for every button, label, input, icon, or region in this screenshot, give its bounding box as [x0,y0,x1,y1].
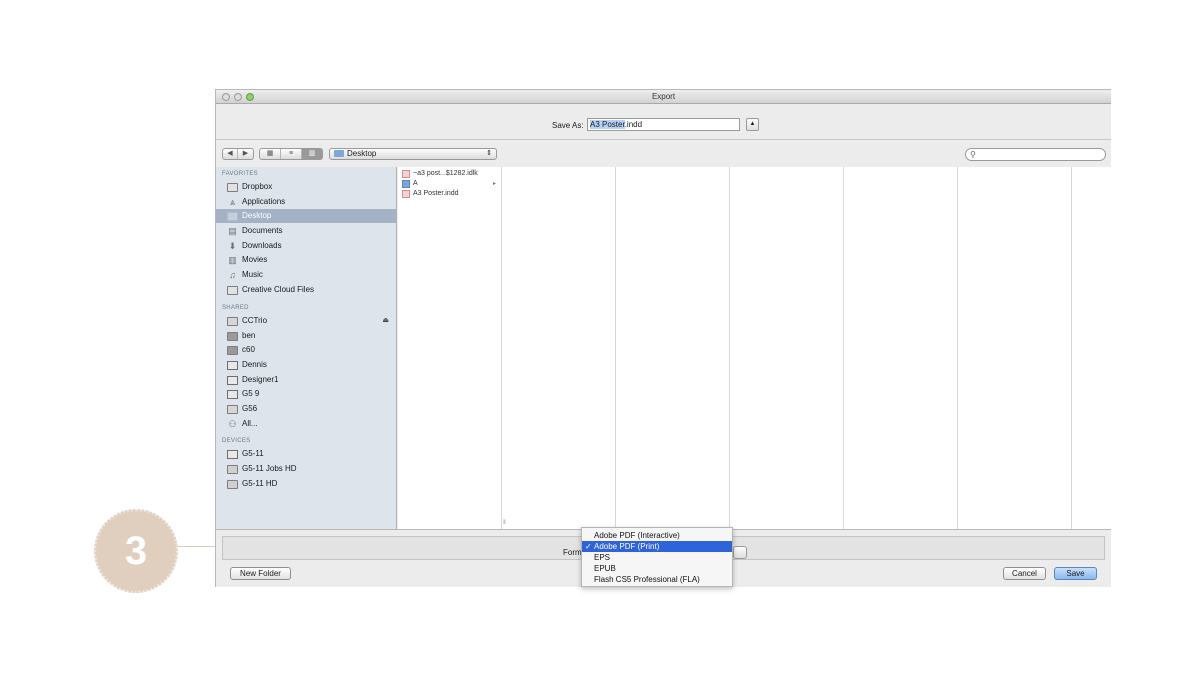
menu-item-eps[interactable]: EPS [582,552,732,563]
sidebar-item-documents[interactable]: ▤ Documents [216,224,396,238]
browser-column [730,167,844,529]
sidebar-item-dennis[interactable]: Dennis [216,358,396,372]
desktop-icon [227,212,238,221]
monitor-icon [227,361,238,370]
devices-header: DEVICES [222,438,251,444]
format-dropdown-menu: Adobe PDF (Interactive) ✓ Adobe PDF (Prin… [581,527,733,587]
menu-item-flash-fla[interactable]: Flash CS5 Professional (FLA) [582,574,732,585]
sidebar-item-c60[interactable]: c60 [216,343,396,357]
step-number-badge: 3 [94,509,178,593]
monitor-icon [227,390,238,399]
music-icon: ♫ [229,270,236,280]
document-icon [402,190,410,198]
shared-header: SHARED [222,305,249,311]
drive-icon [227,465,238,474]
back-forward-buttons: ◀ ▶ [222,148,254,160]
sidebar-item-g5-11[interactable]: G5-11 [216,447,396,461]
computer-icon [227,332,238,341]
save-button[interactable]: Save [1054,567,1097,580]
icon-view-icon[interactable]: ▦ [260,149,281,159]
checkmark-icon: ✓ [585,542,592,551]
format-popup-edge[interactable] [733,546,747,559]
computer-icon [227,346,238,355]
sidebar-item-applications[interactable]: ⩓ Applications [216,195,396,209]
expand-dialog-button[interactable]: ▲ [746,118,759,131]
browser-column [502,167,616,529]
sidebar-item-g56[interactable]: G56 [216,402,396,416]
title-bar: Export [216,90,1111,104]
browser-column [958,167,1072,529]
file-item[interactable]: ~a3 post...$1282.idlk [402,169,498,179]
sidebar: FAVORITES Dropbox ⩓ Applications Desktop … [216,167,397,529]
folder-icon [227,183,238,192]
list-view-icon[interactable]: ≡ [281,149,302,159]
folder-icon [402,180,410,188]
back-icon[interactable]: ◀ [223,149,238,159]
sidebar-item-music[interactable]: ♫ Music [216,268,396,282]
sidebar-item-movies[interactable]: ▥ Movies [216,253,396,267]
menu-item-epub[interactable]: EPUB [582,563,732,574]
file-item[interactable]: A3 Poster.indd [402,189,498,199]
server-icon [227,405,238,414]
cancel-button[interactable]: Cancel [1003,567,1046,580]
search-icon: ⚲ [970,150,976,159]
folder-item[interactable]: A ▸ [402,179,498,189]
column-view-icon[interactable]: ▥ [302,149,322,159]
monitor-icon [227,450,238,459]
save-as-selected-text: A3 Poster [590,120,625,129]
menu-item-pdf-interactive[interactable]: Adobe PDF (Interactive) [582,530,732,541]
sidebar-item-ben[interactable]: ben [216,329,396,343]
network-icon: ⚇ [228,419,237,429]
save-as-extension: .indd [624,120,643,129]
sidebar-item-creative-cloud-files[interactable]: Creative Cloud Files [216,283,396,297]
window-title: Export [651,92,676,101]
forward-icon[interactable]: ▶ [238,149,253,159]
location-label: Desktop [347,149,377,158]
popup-arrows-icon: ⇕ [486,150,492,157]
sidebar-item-g5-9[interactable]: G5 9 [216,387,396,401]
sidebar-item-g5-11-jobs-hd[interactable]: G5-11 Jobs HD [216,462,396,476]
eject-icon[interactable]: ⏏ [382,314,389,328]
chevron-right-icon: ▸ [492,181,496,187]
sidebar-item-cctrio[interactable]: CCTrio ⏏ [216,314,396,328]
downloads-icon: ⬇ [228,241,237,251]
sidebar-item-designer1[interactable]: Designer1 [216,373,396,387]
movies-icon: ▥ [228,255,237,265]
search-field[interactable]: ⚲ [965,148,1106,161]
applications-icon: ⩓ [229,197,236,207]
browser-column [844,167,958,529]
folder-icon [227,286,238,295]
save-as-input[interactable]: A3 Poster.indd [587,118,740,131]
documents-icon: ▤ [228,226,237,236]
sidebar-item-downloads[interactable]: ⬇ Downloads [216,239,396,253]
column-browser: ~a3 post...$1282.idlk A ▸ A3 Poster.indd … [398,167,1111,529]
sidebar-item-desktop[interactable]: Desktop [216,209,396,223]
sidebar-item-g5-11-hd[interactable]: G5-11 HD [216,477,396,491]
save-as-row: Save As: A3 Poster.indd ▲ [216,104,1111,140]
browser-column: ~a3 post...$1282.idlk A ▸ A3 Poster.indd … [398,167,506,529]
menu-item-pdf-print[interactable]: ✓ Adobe PDF (Print) [582,541,732,552]
save-as-label: Save As: [552,121,584,130]
sidebar-item-dropbox[interactable]: Dropbox [216,180,396,194]
server-icon [227,317,238,326]
document-icon [402,170,410,178]
folder-icon [334,150,344,157]
sidebar-item-all[interactable]: ⚇ All... [216,417,396,431]
drive-icon [227,480,238,489]
browser-column [616,167,730,529]
toolbar: ◀ ▶ ▦ ≡ ▥ Desktop ⇕ ⚲ [216,141,1111,167]
monitor-icon [227,376,238,385]
export-dialog: Export Save As: A3 Poster.indd ▲ ◀ ▶ ▦ ≡… [215,89,1111,587]
favorites-header: FAVORITES [222,171,258,177]
location-popup[interactable]: Desktop ⇕ [329,148,497,160]
view-mode-buttons: ▦ ≡ ▥ [259,148,323,160]
new-folder-button[interactable]: New Folder [230,567,291,580]
